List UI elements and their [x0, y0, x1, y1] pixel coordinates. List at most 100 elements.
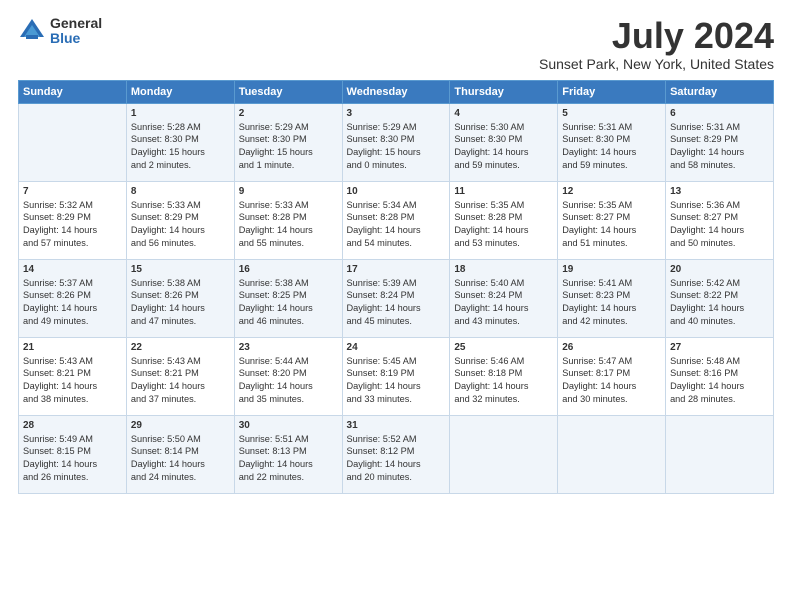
day-info: Sunrise: 5:35 AM Sunset: 8:28 PM Dayligh…	[454, 199, 553, 251]
calendar-cell: 23Sunrise: 5:44 AM Sunset: 8:20 PM Dayli…	[234, 337, 342, 415]
calendar-cell: 1 Sunrise: 5:28 AM Sunset: 8:30 PM Daylig…	[126, 103, 234, 181]
day-number: 8	[131, 186, 230, 197]
logo-general: General	[50, 16, 102, 31]
logo-icon	[18, 17, 46, 45]
location-title: Sunset Park, New York, United States	[539, 56, 774, 72]
day-number: 11	[454, 186, 553, 197]
day-info: Sunrise: 5:42 AM Sunset: 8:22 PM Dayligh…	[670, 277, 769, 329]
calendar-cell: 11 Sunrise: 5:35 AM Sunset: 8:28 PM Dayli…	[450, 181, 558, 259]
title-block: July 2024 Sunset Park, New York, United …	[539, 16, 774, 72]
day-number: 19	[562, 264, 661, 275]
calendar-cell: 20 Sunrise: 5:42 AM Sunset: 8:22 PM Dayli…	[666, 259, 774, 337]
calendar-cell: 14 Sunrise: 5:37 AM Sunset: 8:26 PM Dayli…	[19, 259, 127, 337]
calendar-cell	[558, 415, 666, 493]
day-number: 1	[131, 108, 230, 119]
logo: General Blue	[18, 16, 102, 47]
day-number: 15	[131, 264, 230, 275]
day-info: Sunrise: 5:37 AM Sunset: 8:26 PM Dayligh…	[23, 277, 122, 329]
page: General Blue July 2024 Sunset Park, New …	[0, 0, 792, 612]
day-number: 9	[239, 186, 338, 197]
day-info: Sunrise: 5:29 AM Sunset: 8:30 PM Dayligh…	[347, 121, 446, 173]
day-number: 22	[131, 342, 230, 353]
calendar-cell: 15 Sunrise: 5:38 AM Sunset: 8:26 PM Dayli…	[126, 259, 234, 337]
header: General Blue July 2024 Sunset Park, New …	[18, 16, 774, 72]
day-info: Sunrise: 5:28 AM Sunset: 8:30 PM Dayligh…	[131, 121, 230, 173]
weekday-header-cell: Friday	[558, 80, 666, 103]
logo-text: General Blue	[50, 16, 102, 47]
weekday-header-cell: Monday	[126, 80, 234, 103]
calendar-cell: 3 Sunrise: 5:29 AM Sunset: 8:30 PM Daylig…	[342, 103, 450, 181]
day-info: Sunrise: 5:49 AM Sunset: 8:15 PM Dayligh…	[23, 433, 122, 485]
day-number: 23	[239, 342, 338, 353]
weekday-header-cell: Thursday	[450, 80, 558, 103]
calendar-cell: 19Sunrise: 5:41 AM Sunset: 8:23 PM Dayli…	[558, 259, 666, 337]
logo-blue: Blue	[50, 31, 102, 46]
day-info: Sunrise: 5:38 AM Sunset: 8:25 PM Dayligh…	[239, 277, 338, 329]
calendar-cell: 25 Sunrise: 5:46 AM Sunset: 8:18 PM Dayli…	[450, 337, 558, 415]
calendar-cell: 12 Sunrise: 5:35 AM Sunset: 8:27 PM Dayli…	[558, 181, 666, 259]
day-info: Sunrise: 5:34 AM Sunset: 8:28 PM Dayligh…	[347, 199, 446, 251]
day-number: 31	[347, 420, 446, 431]
day-number: 13	[670, 186, 769, 197]
day-info: Sunrise: 5:29 AM Sunset: 8:30 PM Dayligh…	[239, 121, 338, 173]
day-info: Sunrise: 5:33 AM Sunset: 8:28 PM Dayligh…	[239, 199, 338, 251]
calendar-week-row: 1 Sunrise: 5:28 AM Sunset: 8:30 PM Daylig…	[19, 103, 774, 181]
weekday-header-cell: Saturday	[666, 80, 774, 103]
day-info: Sunrise: 5:48 AM Sunset: 8:16 PM Dayligh…	[670, 355, 769, 407]
month-title: July 2024	[539, 16, 774, 56]
day-info: Sunrise: 5:52 AM Sunset: 8:12 PM Dayligh…	[347, 433, 446, 485]
day-number: 17	[347, 264, 446, 275]
day-info: Sunrise: 5:35 AM Sunset: 8:27 PM Dayligh…	[562, 199, 661, 251]
calendar-week-row: 21 Sunrise: 5:43 AM Sunset: 8:21 PM Dayli…	[19, 337, 774, 415]
calendar-cell: 17 Sunrise: 5:39 AM Sunset: 8:24 PM Dayli…	[342, 259, 450, 337]
day-info: Sunrise: 5:38 AM Sunset: 8:26 PM Dayligh…	[131, 277, 230, 329]
calendar-cell: 10Sunrise: 5:34 AM Sunset: 8:28 PM Dayli…	[342, 181, 450, 259]
calendar-week-row: 14 Sunrise: 5:37 AM Sunset: 8:26 PM Dayli…	[19, 259, 774, 337]
calendar-cell: 28Sunrise: 5:49 AM Sunset: 8:15 PM Dayli…	[19, 415, 127, 493]
day-info: Sunrise: 5:33 AM Sunset: 8:29 PM Dayligh…	[131, 199, 230, 251]
calendar-cell: 18Sunrise: 5:40 AM Sunset: 8:24 PM Dayli…	[450, 259, 558, 337]
weekday-header-row: SundayMondayTuesdayWednesdayThursdayFrid…	[19, 80, 774, 103]
calendar-cell: 4Sunrise: 5:30 AM Sunset: 8:30 PM Daylig…	[450, 103, 558, 181]
day-number: 12	[562, 186, 661, 197]
calendar-cell	[450, 415, 558, 493]
weekday-header-cell: Sunday	[19, 80, 127, 103]
calendar-body: 1 Sunrise: 5:28 AM Sunset: 8:30 PM Daylig…	[19, 103, 774, 493]
calendar-cell: 31 Sunrise: 5:52 AM Sunset: 8:12 PM Dayli…	[342, 415, 450, 493]
calendar-cell: 2 Sunrise: 5:29 AM Sunset: 8:30 PM Daylig…	[234, 103, 342, 181]
calendar-cell: 27Sunrise: 5:48 AM Sunset: 8:16 PM Dayli…	[666, 337, 774, 415]
calendar-week-row: 28Sunrise: 5:49 AM Sunset: 8:15 PM Dayli…	[19, 415, 774, 493]
day-number: 6	[670, 108, 769, 119]
day-number: 26	[562, 342, 661, 353]
day-number: 29	[131, 420, 230, 431]
day-number: 5	[562, 108, 661, 119]
day-info: Sunrise: 5:46 AM Sunset: 8:18 PM Dayligh…	[454, 355, 553, 407]
calendar-cell: 22 Sunrise: 5:43 AM Sunset: 8:21 PM Dayli…	[126, 337, 234, 415]
day-number: 3	[347, 108, 446, 119]
calendar-cell: 7Sunrise: 5:32 AM Sunset: 8:29 PM Daylig…	[19, 181, 127, 259]
day-number: 14	[23, 264, 122, 275]
weekday-header-cell: Tuesday	[234, 80, 342, 103]
calendar-cell	[666, 415, 774, 493]
day-number: 21	[23, 342, 122, 353]
day-info: Sunrise: 5:45 AM Sunset: 8:19 PM Dayligh…	[347, 355, 446, 407]
day-info: Sunrise: 5:43 AM Sunset: 8:21 PM Dayligh…	[131, 355, 230, 407]
day-number: 2	[239, 108, 338, 119]
day-info: Sunrise: 5:47 AM Sunset: 8:17 PM Dayligh…	[562, 355, 661, 407]
day-info: Sunrise: 5:36 AM Sunset: 8:27 PM Dayligh…	[670, 199, 769, 251]
day-info: Sunrise: 5:40 AM Sunset: 8:24 PM Dayligh…	[454, 277, 553, 329]
day-number: 24	[347, 342, 446, 353]
day-info: Sunrise: 5:39 AM Sunset: 8:24 PM Dayligh…	[347, 277, 446, 329]
day-number: 30	[239, 420, 338, 431]
calendar-cell: 16Sunrise: 5:38 AM Sunset: 8:25 PM Dayli…	[234, 259, 342, 337]
day-info: Sunrise: 5:31 AM Sunset: 8:30 PM Dayligh…	[562, 121, 661, 173]
weekday-header-cell: Wednesday	[342, 80, 450, 103]
day-number: 25	[454, 342, 553, 353]
calendar-cell: 26 Sunrise: 5:47 AM Sunset: 8:17 PM Dayli…	[558, 337, 666, 415]
calendar-cell: 5 Sunrise: 5:31 AM Sunset: 8:30 PM Daylig…	[558, 103, 666, 181]
calendar-cell	[19, 103, 127, 181]
day-info: Sunrise: 5:31 AM Sunset: 8:29 PM Dayligh…	[670, 121, 769, 173]
calendar-cell: 6 Sunrise: 5:31 AM Sunset: 8:29 PM Daylig…	[666, 103, 774, 181]
calendar-cell: 24 Sunrise: 5:45 AM Sunset: 8:19 PM Dayli…	[342, 337, 450, 415]
day-number: 20	[670, 264, 769, 275]
